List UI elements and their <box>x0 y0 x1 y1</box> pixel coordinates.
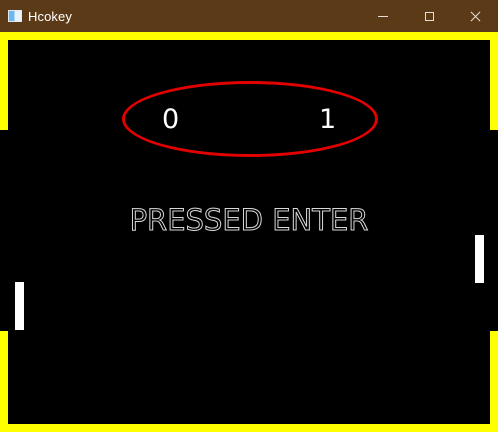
status-message: PRESSED ENTER <box>129 203 369 238</box>
minimize-button[interactable] <box>360 0 406 32</box>
right-wall-upper <box>490 32 498 130</box>
title-bar[interactable]: Hcokey <box>0 0 498 32</box>
score-highlight-ellipse <box>122 81 378 157</box>
maximize-button[interactable] <box>406 0 452 32</box>
left-paddle <box>15 282 24 330</box>
left-wall-lower <box>0 331 8 432</box>
game-window: Hcokey 0 1 PRESSED ENTER <box>0 0 498 432</box>
left-wall-upper <box>0 32 8 130</box>
right-score: 1 <box>319 104 337 135</box>
right-wall-lower <box>490 331 498 432</box>
top-wall <box>0 32 498 40</box>
minimize-icon <box>378 15 388 17</box>
close-button[interactable] <box>452 0 498 32</box>
window-title: Hcokey <box>28 8 72 24</box>
close-icon <box>470 11 481 22</box>
window-controls <box>360 0 498 32</box>
game-field[interactable]: 0 1 PRESSED ENTER <box>0 32 498 432</box>
left-score: 0 <box>162 104 180 135</box>
right-paddle <box>475 235 484 283</box>
app-icon <box>8 10 22 22</box>
bottom-wall <box>0 424 498 432</box>
maximize-icon <box>424 11 434 21</box>
